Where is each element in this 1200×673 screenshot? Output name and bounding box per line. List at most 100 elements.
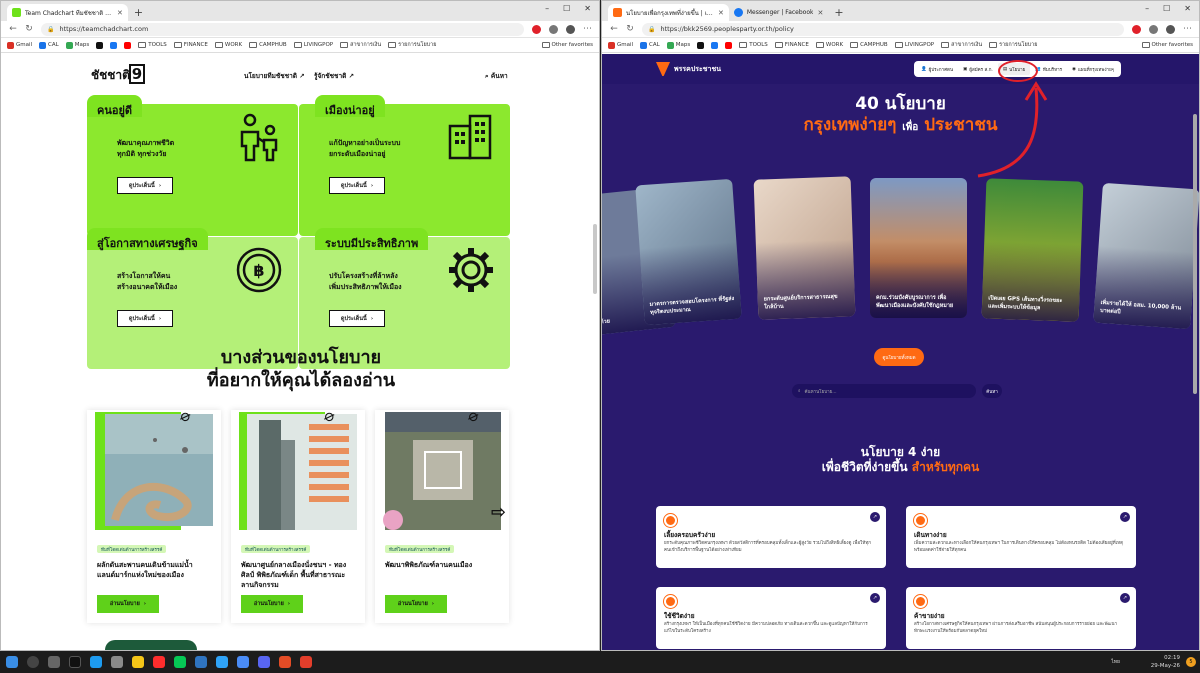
easy-policy-card[interactable]: ↗ เลี้ยงครอบครัวง่าย ยกระดับคุณภาพชีวิตค… — [656, 506, 886, 568]
bookmark-tools[interactable]: TOOLS — [138, 42, 167, 48]
bookmark-youtube[interactable] — [124, 41, 132, 49]
search-button[interactable]: ค้นหา — [982, 384, 1002, 398]
menu-icon[interactable]: ⋯ — [583, 24, 592, 34]
bookmark-finance-th[interactable]: สาขาการเงิน — [941, 41, 982, 49]
other-favorites[interactable]: Other favorites — [1141, 42, 1193, 48]
read-policy-button[interactable]: อ่านนโยบาย › — [97, 595, 159, 613]
bookmark-finance[interactable]: FINANCE — [774, 42, 809, 48]
line-icon[interactable] — [174, 656, 186, 668]
refresh-icon[interactable]: ↻ — [25, 24, 33, 34]
carousel-card[interactable]: ยกระดับศูนย์บริการสาธารณสุข ใกล้บ้าน — [753, 176, 856, 320]
bookmark-work[interactable]: WORK — [214, 42, 242, 48]
maximize-icon[interactable]: ☐ — [1163, 4, 1170, 13]
carousel-card[interactable]: มาตรการตรวจสอบโครงการ ที่รัฐส่งทุจริตงบป… — [635, 178, 742, 326]
bookmark-x[interactable] — [96, 41, 104, 49]
policy-search-input[interactable]: ⌕ ค้นหานโยบาย... — [792, 384, 976, 398]
read-policy-button[interactable]: อ่านนโยบาย › — [241, 595, 303, 613]
app-icon[interactable] — [279, 656, 291, 668]
carousel-card[interactable]: เปิดเผย GPS เส้นทางวิ่งรถขยะ และเพิ่มระบ… — [981, 178, 1084, 322]
extension-icon[interactable] — [1132, 24, 1141, 34]
new-tab-button[interactable]: + — [134, 6, 143, 19]
site-logo[interactable]: ชัชชาติ 9 — [89, 64, 147, 86]
read-policy-button[interactable]: อ่านนโยบาย › — [385, 595, 447, 613]
tiktok-icon[interactable] — [69, 656, 81, 668]
arrow-link-icon[interactable]: ↗ — [870, 512, 880, 522]
bookmark-maps[interactable]: Maps — [666, 41, 690, 49]
arrow-link-icon[interactable]: ↗ — [1120, 512, 1130, 522]
clock[interactable]: 02:19 29-May-26 — [1151, 654, 1180, 670]
url-input[interactable]: 🔒 https://bkk2569.peoplesparty.or.th/pol… — [642, 22, 1124, 36]
maximize-icon[interactable]: ☐ — [563, 4, 570, 13]
view-topic-button[interactable]: ดูประเด็นนี้ › — [117, 177, 173, 194]
scrollbar[interactable] — [1193, 114, 1197, 394]
notification-badge[interactable]: 5 — [1186, 657, 1196, 667]
category-card[interactable]: เมืองน่าอยู่ แก้ปัญหาอย่างเป็นระบบ ยกระด… — [299, 95, 510, 236]
app-icon[interactable] — [237, 656, 249, 668]
bookmark-youtube[interactable] — [725, 41, 733, 49]
language-indicator[interactable]: ไทย — [1111, 658, 1120, 666]
bookmark-cal[interactable]: CAL — [640, 41, 660, 49]
tab-messenger[interactable]: Messenger | Facebook ✕ — [729, 4, 828, 21]
close-window-icon[interactable]: ✕ — [584, 4, 591, 13]
menu-icon[interactable]: ⋯ — [1183, 24, 1192, 34]
app-icon[interactable] — [111, 656, 123, 668]
bookmark-livingpop[interactable]: LIVINGPOP — [894, 42, 934, 48]
easy-policy-card[interactable]: ↗ ใช้ชีวิตง่าย สร้างกรุงเทพฯ ให้เป็นเมือ… — [656, 587, 886, 649]
nav-about-link[interactable]: รู้จักชัชชาติ ↗ — [314, 71, 354, 81]
bookmark-camphub[interactable]: CAMPHUB — [850, 42, 888, 48]
nav-search-link[interactable]: ⌕ ค้นหา — [485, 71, 508, 81]
close-window-icon[interactable]: ✕ — [1184, 4, 1191, 13]
illustrator-icon[interactable] — [153, 656, 165, 668]
bookmark-finance-th[interactable]: สาขาการเงิน — [340, 41, 381, 49]
bookmark-work[interactable]: WORK — [815, 42, 843, 48]
all-policies-button[interactable]: ดูนโยบายทั้งหมด — [874, 348, 924, 366]
bookmark-tools[interactable]: TOOLS — [739, 42, 768, 48]
close-tab-icon[interactable]: ✕ — [817, 9, 823, 17]
edge-icon[interactable] — [90, 656, 102, 668]
view-topic-button[interactable]: ดูประเด็นนี้ › — [117, 310, 173, 327]
bookmark-finance[interactable]: FINANCE — [173, 42, 208, 48]
minimize-icon[interactable]: – — [1145, 4, 1149, 13]
bookmark-facebook[interactable] — [110, 41, 118, 49]
minimize-icon[interactable]: – — [545, 4, 549, 13]
view-topic-button[interactable]: ดูประเด็นนี้ › — [329, 310, 385, 327]
site-logo[interactable]: พรรคประชาชน — [656, 62, 721, 76]
carousel-card[interactable]: คกม.ร่วมบังคับบูรณาการ เพื่อพัฒนาเมืองแล… — [870, 178, 967, 318]
easy-policy-card[interactable]: ↗ เดินทางง่าย เพิ่มความสะดวกและทางเลือกใ… — [906, 506, 1136, 568]
discord-icon[interactable] — [258, 656, 270, 668]
url-input[interactable]: 🔒 https://teamchadchart.com — [41, 22, 524, 36]
tab-teamchadchart[interactable]: Team Chadchart ทีมชัชชาติ ทำงานเพื่อ... … — [7, 4, 128, 21]
profile-avatar[interactable] — [1166, 24, 1175, 34]
search-icon[interactable] — [27, 656, 39, 668]
tab-peoplesparty[interactable]: นโยบายเพื่อกรุงเทพที่ง่ายขึ้น | เพื่อไทย… — [608, 4, 729, 21]
policy-card[interactable]: ⌀ ทีมที่โดดเด่นด้านการสร้างสรรค์ ผลักดัน… — [87, 405, 221, 623]
nav-policy-link[interactable]: นโยบายทีมชัชชาติ ↗ — [244, 71, 305, 81]
extension-icon[interactable] — [532, 24, 541, 34]
photoshop-icon[interactable] — [216, 656, 228, 668]
extension-icon[interactable] — [1149, 24, 1158, 34]
bookmark-policy-list[interactable]: รายการนโยบาย — [388, 41, 437, 49]
close-tab-icon[interactable]: ✕ — [718, 9, 724, 17]
windows-start-icon[interactable] — [6, 656, 18, 668]
view-topic-button[interactable]: ดูประเด็นนี้ › — [329, 177, 385, 194]
file-explorer-icon[interactable] — [132, 656, 144, 668]
policy-card[interactable]: ⌀ ทีมที่โดดเด่นด้านการสร้างสรรค์ พัฒนาพิ… — [375, 405, 509, 623]
easy-policy-card[interactable]: ↗ ค้าขายง่าย สร้างโอกาสทางเศรษฐกิจให้คนก… — [906, 587, 1136, 649]
bookmark-livingpop[interactable]: LIVINGPOP — [293, 42, 333, 48]
arrow-link-icon[interactable]: ↗ — [1120, 593, 1130, 603]
bookmark-gmail[interactable]: Gmail — [7, 41, 32, 49]
bookmark-facebook[interactable] — [711, 41, 719, 49]
mail-icon[interactable] — [195, 656, 207, 668]
back-icon[interactable]: ← — [610, 24, 618, 34]
policy-card[interactable]: ⌀ ทีมที่โดดเด่นด้านการสร้างสรรค์ พัฒนาศู… — [231, 405, 365, 623]
nav-announcer[interactable]: 👤 ผู้ประกาศตน — [916, 63, 958, 75]
profile-avatar[interactable] — [566, 24, 575, 34]
back-icon[interactable]: ← — [9, 24, 17, 34]
carousel-card[interactable]: เพิ่มรายได้ให้ อสม. 10,000 ล้านบาทต่อปี — [1093, 182, 1199, 330]
new-tab-button[interactable]: + — [834, 6, 843, 19]
bookmark-x[interactable] — [697, 41, 705, 49]
close-tab-icon[interactable]: ✕ — [117, 9, 123, 17]
category-card[interactable]: คนอยู่ดี พัฒนาคุณภาพชีวิต ทุกมิติ ทุกช่ว… — [87, 95, 298, 236]
task-view-icon[interactable] — [48, 656, 60, 668]
scrollbar[interactable] — [593, 224, 597, 294]
